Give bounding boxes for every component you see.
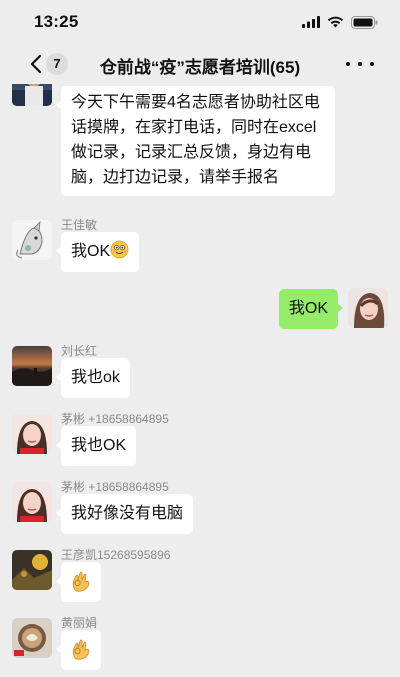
status-bar: 13:25 (0, 0, 400, 44)
avatar[interactable] (12, 414, 52, 454)
message-bubble[interactable]: 我好像没有电脑 (55, 494, 194, 534)
avatar[interactable] (12, 482, 52, 522)
avatar[interactable] (12, 618, 52, 658)
message-bubble[interactable]: 今天下午需要4名志愿者协助社区电话摸牌，在家打电话，同时在excel做记录，记录… (56, 86, 335, 196)
unread-count-badge: 7 (46, 53, 68, 75)
more-button[interactable] (346, 52, 374, 76)
my-avatar[interactable] (348, 288, 388, 328)
signal-icon (302, 16, 320, 28)
message-bubble[interactable] (56, 630, 101, 670)
chat-header: 7 仓前战“疫”志愿者培训(65) (0, 44, 400, 84)
avatar[interactable] (12, 84, 52, 106)
message-bubble[interactable] (56, 562, 101, 602)
back-chevron-icon (30, 54, 42, 74)
sender-name: 茅彬 +18658864895 (61, 412, 169, 426)
wifi-icon (327, 16, 344, 28)
message-bubble[interactable]: 我也OK (55, 426, 137, 466)
sender-name: 刘长红 (61, 344, 98, 358)
battery-icon (351, 15, 378, 29)
sender-name: 茅彬 +18658864895 (61, 480, 169, 494)
sender-name: 王彦凯15268595896 (61, 548, 171, 562)
my-message-bubble[interactable]: 我OK (278, 289, 344, 329)
smiling-face-emoji (110, 240, 129, 259)
status-time: 13:25 (34, 12, 79, 31)
sender-name: 黄丽娟 (61, 616, 98, 630)
ok-hand-emoji (72, 571, 90, 592)
ok-hand-emoji (72, 639, 90, 660)
status-icons (302, 15, 378, 29)
message-bubble[interactable]: 我也ok (56, 358, 130, 398)
message-bubble[interactable]: 我OK (55, 232, 140, 272)
message-text: 我OK (71, 243, 111, 260)
more-dots-icon (370, 62, 374, 66)
back-button[interactable]: 7 (30, 50, 74, 78)
more-dots-icon (346, 62, 350, 66)
avatar[interactable] (12, 346, 52, 386)
avatar[interactable] (12, 550, 52, 590)
message-list[interactable]: 今天下午需要4名志愿者协助社区电话摸牌，在家打电话，同时在excel做记录，记录… (0, 84, 400, 677)
more-dots-icon (358, 62, 362, 66)
sender-name: 王佳敏 (61, 218, 98, 232)
avatar[interactable] (12, 220, 52, 260)
